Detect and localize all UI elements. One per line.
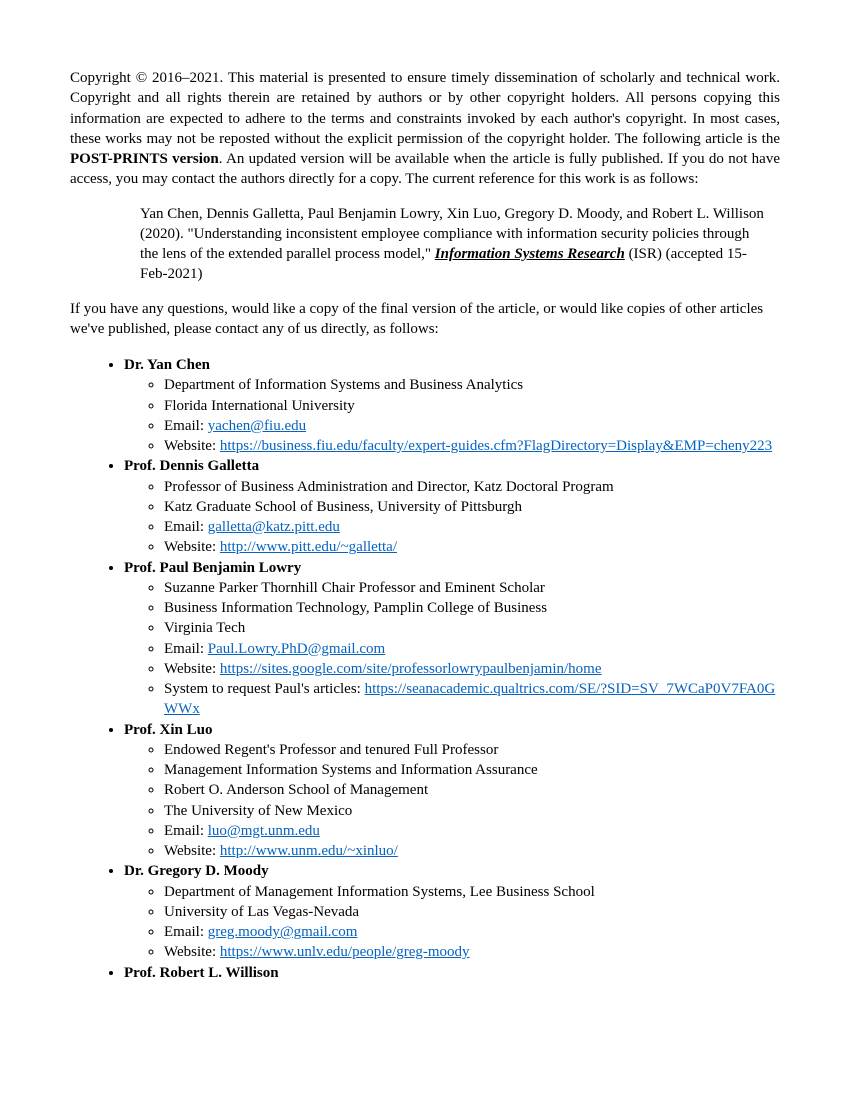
detail-link[interactable]: http://www.unm.edu/~xinluo/ [220, 843, 398, 859]
detail-label: Website: [164, 438, 220, 454]
author-detail-item: System to request Paul's articles: https… [164, 679, 780, 720]
author-entry: Prof. Robert L. Willison [124, 963, 780, 983]
author-detail-item: Robert O. Anderson School of Management [164, 780, 780, 800]
detail-text: The University of New Mexico [164, 803, 352, 819]
detail-link[interactable]: Paul.Lowry.PhD@gmail.com [208, 641, 385, 657]
detail-label: Website: [164, 539, 220, 555]
author-detail-item: Katz Graduate School of Business, Univer… [164, 497, 780, 517]
author-detail-item: Professor of Business Administration and… [164, 477, 780, 497]
detail-label: Website: [164, 944, 220, 960]
detail-label: Email: [164, 924, 208, 940]
detail-link[interactable]: luo@mgt.unm.edu [208, 823, 320, 839]
author-details-list: Suzanne Parker Thornhill Chair Professor… [124, 578, 780, 720]
author-entry: Dr. Yan Chen Department of Information Sy… [124, 355, 780, 456]
detail-text: Business Information Technology, Pamplin… [164, 600, 547, 616]
detail-link[interactable]: https://www.unlv.edu/people/greg-moody [220, 944, 470, 960]
detail-label: Email: [164, 519, 208, 535]
author-name: Dr. Yan Chen [124, 357, 210, 373]
detail-link[interactable]: yachen@fiu.edu [208, 418, 306, 434]
author-details-list: Professor of Business Administration and… [124, 477, 780, 558]
author-entry: Prof. Dennis Galletta Professor of Busine… [124, 456, 780, 557]
detail-label: Email: [164, 823, 208, 839]
detail-text: Katz Graduate School of Business, Univer… [164, 499, 522, 515]
detail-text: Robert O. Anderson School of Management [164, 782, 428, 798]
author-detail-item: Email: galletta@katz.pitt.edu [164, 517, 780, 537]
detail-label: Website: [164, 843, 220, 859]
post-prints-label: POST-PRINTS version [70, 151, 219, 167]
author-details-list: Endowed Regent's Professor and tenured F… [124, 740, 780, 862]
author-detail-item: University of Las Vegas-Nevada [164, 902, 780, 922]
questions-paragraph: If you have any questions, would like a … [70, 299, 780, 340]
author-detail-item: Florida International University [164, 396, 780, 416]
author-detail-item: The University of New Mexico [164, 801, 780, 821]
author-entry: Prof. Paul Benjamin Lowry Suzanne Parker … [124, 558, 780, 720]
author-details-list: Department of Information Systems and Bu… [124, 375, 780, 456]
citation-block: Yan Chen, Dennis Galletta, Paul Benjamin… [140, 204, 780, 285]
author-detail-item: Website: http://www.pitt.edu/~galletta/ [164, 537, 780, 557]
author-detail-item: Endowed Regent's Professor and tenured F… [164, 740, 780, 760]
author-detail-item: Suzanne Parker Thornhill Chair Professor… [164, 578, 780, 598]
detail-text: University of Las Vegas-Nevada [164, 904, 359, 920]
detail-link[interactable]: galletta@katz.pitt.edu [208, 519, 340, 535]
author-detail-item: Website: https://www.unlv.edu/people/gre… [164, 942, 780, 962]
author-detail-item: Business Information Technology, Pamplin… [164, 598, 780, 618]
citation-journal: Information Systems Research [435, 246, 625, 262]
detail-link[interactable]: https://business.fiu.edu/faculty/expert-… [220, 438, 772, 454]
author-detail-item: Email: Paul.Lowry.PhD@gmail.com [164, 639, 780, 659]
detail-text: Suzanne Parker Thornhill Chair Professor… [164, 580, 545, 596]
detail-text: Department of Information Systems and Bu… [164, 377, 523, 393]
author-detail-item: Website: https://business.fiu.edu/facult… [164, 436, 780, 456]
detail-link[interactable]: https://sites.google.com/site/professorl… [220, 661, 602, 677]
author-detail-item: Management Information Systems and Infor… [164, 760, 780, 780]
detail-label: System to request Paul's articles: [164, 681, 365, 697]
author-detail-item: Website: https://sites.google.com/site/p… [164, 659, 780, 679]
detail-label: Website: [164, 661, 220, 677]
authors-list: Dr. Yan Chen Department of Information Sy… [70, 355, 780, 983]
author-entry: Dr. Gregory D. Moody Department of Manage… [124, 861, 780, 962]
author-detail-item: Email: luo@mgt.unm.edu [164, 821, 780, 841]
author-name: Prof. Dennis Galletta [124, 458, 259, 474]
copyright-prefix: Copyright © 2016–2021. This material is … [70, 70, 780, 147]
author-detail-item: Department of Information Systems and Bu… [164, 375, 780, 395]
author-detail-item: Website: http://www.unm.edu/~xinluo/ [164, 841, 780, 861]
copyright-paragraph: Copyright © 2016–2021. This material is … [70, 68, 780, 190]
author-entry: Prof. Xin Luo Endowed Regent's Professor … [124, 720, 780, 862]
author-detail-item: Department of Management Information Sys… [164, 882, 780, 902]
author-detail-item: Virginia Tech [164, 618, 780, 638]
detail-text: Virginia Tech [164, 620, 245, 636]
author-detail-item: Email: greg.moody@gmail.com [164, 922, 780, 942]
detail-text: Department of Management Information Sys… [164, 884, 595, 900]
author-details-list: Department of Management Information Sys… [124, 882, 780, 963]
detail-label: Email: [164, 641, 208, 657]
detail-text: Endowed Regent's Professor and tenured F… [164, 742, 498, 758]
author-name: Prof. Robert L. Willison [124, 965, 279, 981]
detail-label: Email: [164, 418, 208, 434]
detail-text: Management Information Systems and Infor… [164, 762, 538, 778]
author-detail-item: Email: yachen@fiu.edu [164, 416, 780, 436]
detail-link[interactable]: greg.moody@gmail.com [208, 924, 358, 940]
author-name: Prof. Paul Benjamin Lowry [124, 560, 301, 576]
detail-text: Professor of Business Administration and… [164, 479, 614, 495]
author-name: Dr. Gregory D. Moody [124, 863, 269, 879]
detail-link[interactable]: http://www.pitt.edu/~galletta/ [220, 539, 397, 555]
author-name: Prof. Xin Luo [124, 722, 212, 738]
detail-text: Florida International University [164, 398, 355, 414]
